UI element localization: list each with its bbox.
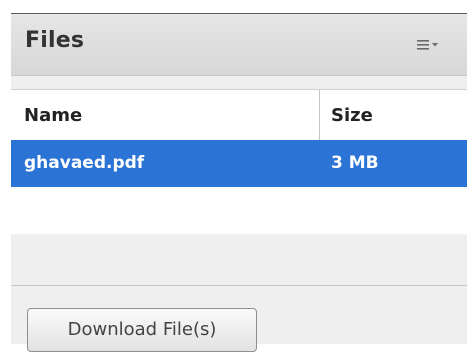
file-size-cell: 3 MB bbox=[331, 153, 379, 173]
panel-titlebar: Files bbox=[11, 14, 467, 76]
file-table-header: Name Size bbox=[11, 89, 467, 141]
column-divider[interactable] bbox=[319, 90, 320, 140]
download-files-button[interactable]: Download File(s) bbox=[27, 308, 257, 352]
chevron-down-icon bbox=[432, 43, 438, 47]
panel-title: Files bbox=[25, 28, 85, 53]
column-header-size[interactable]: Size bbox=[331, 105, 373, 126]
list-menu-icon[interactable] bbox=[415, 35, 443, 55]
panel-footer: Download File(s) bbox=[11, 285, 467, 352]
files-panel: Files Name Size ghavaed.pdf 3 MB Downloa… bbox=[11, 14, 467, 352]
empty-row bbox=[11, 187, 467, 234]
file-name-cell: ghavaed.pdf bbox=[24, 153, 145, 173]
file-list: ghavaed.pdf 3 MB bbox=[11, 140, 467, 281]
column-header-name[interactable]: Name bbox=[24, 105, 82, 126]
table-row[interactable]: ghavaed.pdf 3 MB bbox=[11, 140, 467, 187]
empty-row bbox=[11, 234, 467, 281]
